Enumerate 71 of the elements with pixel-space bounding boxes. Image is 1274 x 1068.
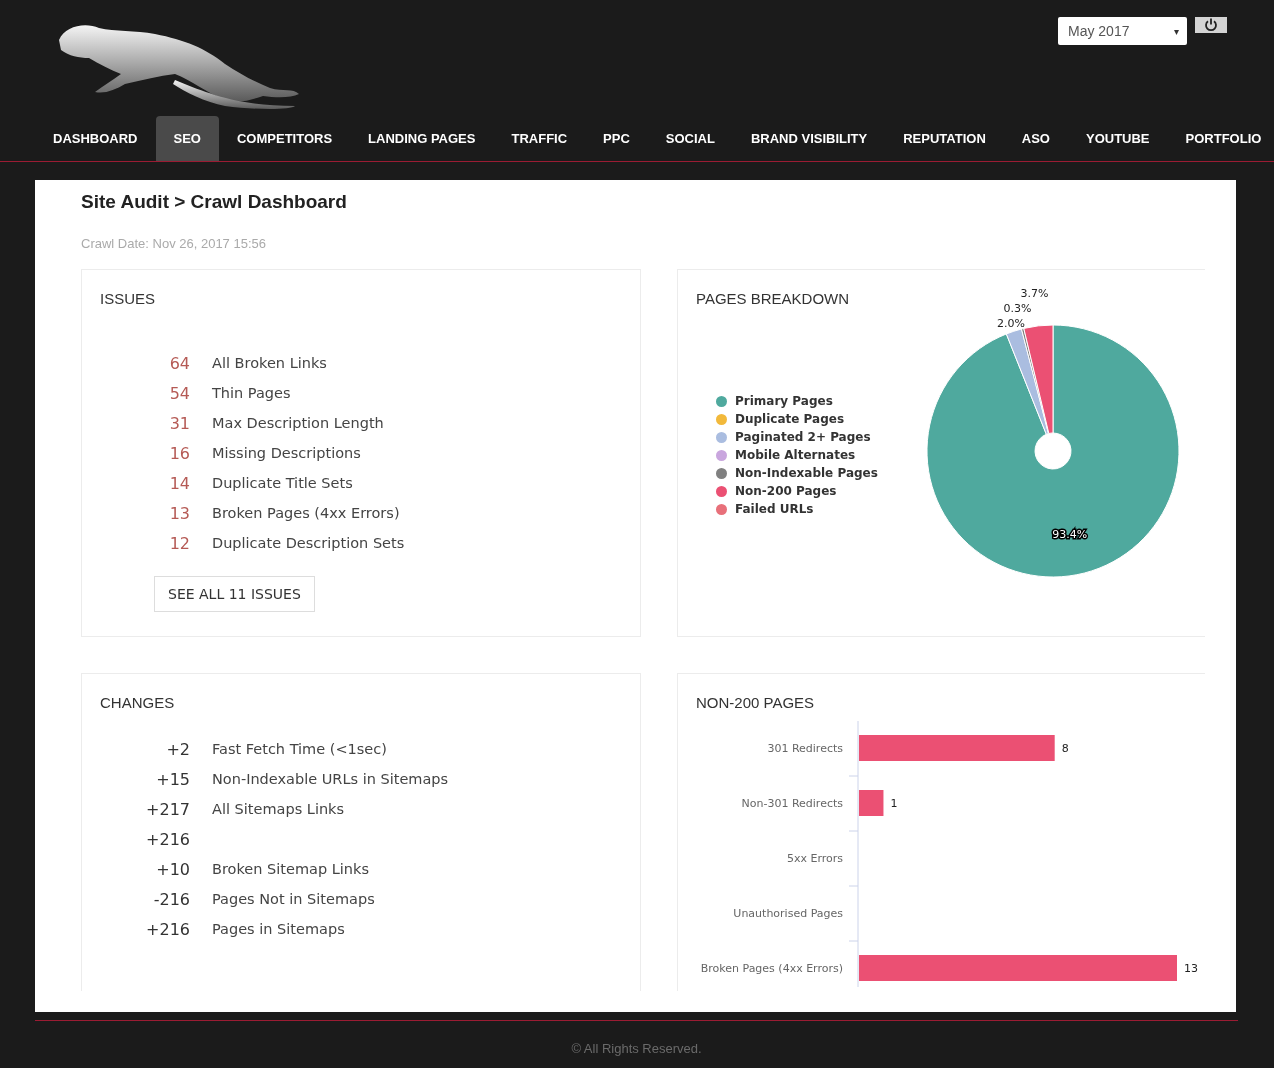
issue-label: Duplicate Title Sets — [212, 475, 353, 491]
category-label: Unauthorised Pages — [733, 907, 843, 920]
slice-label: 2.0% — [997, 316, 1025, 330]
nav-tab[interactable]: COMPETITORS — [218, 116, 351, 161]
power-button[interactable] — [1195, 17, 1227, 33]
issue-label: Missing Descriptions — [212, 445, 361, 461]
change-count: +216 — [145, 919, 190, 939]
nav-tab[interactable]: TRAFFIC — [493, 116, 586, 161]
legend-label[interactable]: Primary Pages — [735, 394, 833, 408]
change-count: +15 — [155, 769, 190, 789]
pie-slice[interactable] — [1005, 328, 1049, 435]
bar[interactable] — [859, 790, 884, 816]
nav-tab[interactable]: LANDING PAGES — [350, 116, 494, 161]
bar-value: 13 — [1184, 962, 1198, 975]
issue-count: 16 — [168, 443, 190, 463]
legend-label[interactable]: Failed URLs — [735, 502, 814, 516]
change-count: +216 — [145, 829, 190, 849]
issue-count: 54 — [168, 383, 190, 403]
slice-label: 3.7% — [1020, 287, 1049, 301]
card-title: PAGES BREAKDOWN — [696, 290, 850, 307]
issue-count: 13 — [168, 503, 190, 523]
legend-label[interactable]: Paginated 2+ Pages — [735, 430, 871, 444]
legend-label[interactable]: Duplicate Pages — [735, 412, 845, 426]
category-label: 5xx Errors — [786, 852, 843, 865]
change-label: Pages in Sitemaps — [212, 921, 345, 937]
card-title: CHANGES — [100, 694, 175, 711]
nav-tab[interactable]: DASHBOARD — [35, 116, 156, 161]
nav-tab[interactable]: SEO — [155, 116, 219, 161]
nav-tab[interactable]: PORTFOLIO — [1167, 116, 1274, 161]
slice-label: 93.4% — [1052, 527, 1088, 541]
issue-count: 31 — [168, 413, 190, 433]
bar-value: 8 — [1061, 742, 1069, 755]
change-label: Pages Not in Sitemaps — [212, 891, 375, 907]
power-icon — [1204, 18, 1218, 32]
page-title: Site Audit > Crawl Dashboard — [81, 190, 348, 213]
legend-label[interactable]: Non-Indexable Pages — [735, 466, 878, 480]
nav-tab[interactable]: ASO — [1003, 116, 1068, 161]
change-label: Non-Indexable URLs in Sitemaps — [212, 771, 449, 787]
change-label: All Sitemaps Links — [212, 801, 345, 817]
nav-tab[interactable]: PPC — [585, 116, 648, 161]
nav-tab[interactable]: BRAND VISIBILITY — [732, 116, 886, 161]
nav-tab[interactable]: SOCIAL — [647, 116, 733, 161]
issue-label: Max Description Length — [212, 415, 384, 431]
change-label: Fast Fetch Time (<1sec) — [212, 741, 387, 757]
crawl-date: Crawl Date: Nov 26, 2017 15:56 — [81, 236, 267, 251]
change-count: -216 — [152, 889, 190, 909]
issue-label: Thin Pages — [212, 385, 291, 401]
change-count: +2 — [165, 739, 190, 759]
change-count: +217 — [145, 799, 190, 819]
issue-label: All Broken Links — [212, 355, 327, 371]
category-label: Non-301 Redirects — [741, 797, 843, 810]
issue-count: 64 — [168, 353, 190, 373]
change-label: Broken Sitemap Links — [212, 861, 369, 877]
card-title: ISSUES — [100, 290, 156, 307]
category-label: 301 Redirects — [767, 742, 843, 755]
slice-label: 0.3% — [1003, 302, 1032, 316]
nav-tab[interactable]: REPUTATION — [885, 116, 1004, 161]
bar-value: 1 — [890, 797, 898, 810]
issue-label: Duplicate Description Sets — [212, 535, 405, 551]
nav-tab[interactable]: YOUTUBE — [1068, 116, 1168, 161]
change-count: +10 — [155, 859, 190, 879]
card-title: NON-200 PAGES — [696, 694, 815, 711]
legend-label[interactable]: Non-200 Pages — [735, 484, 837, 498]
category-label: Broken Pages (4xx Errors) — [700, 962, 843, 975]
legend-label[interactable]: Mobile Alternates — [735, 448, 856, 462]
issue-label: Broken Pages (4xx Errors) — [212, 505, 400, 521]
issue-count: 12 — [168, 533, 190, 553]
copyright: © All Rights Reserved. — [35, 1020, 1238, 1056]
issue-count: 14 — [168, 473, 190, 493]
month-select[interactable]: May 2017 ▾ — [1058, 17, 1187, 45]
see-all-button[interactable]: SEE ALL 11 ISSUES — [154, 576, 315, 612]
